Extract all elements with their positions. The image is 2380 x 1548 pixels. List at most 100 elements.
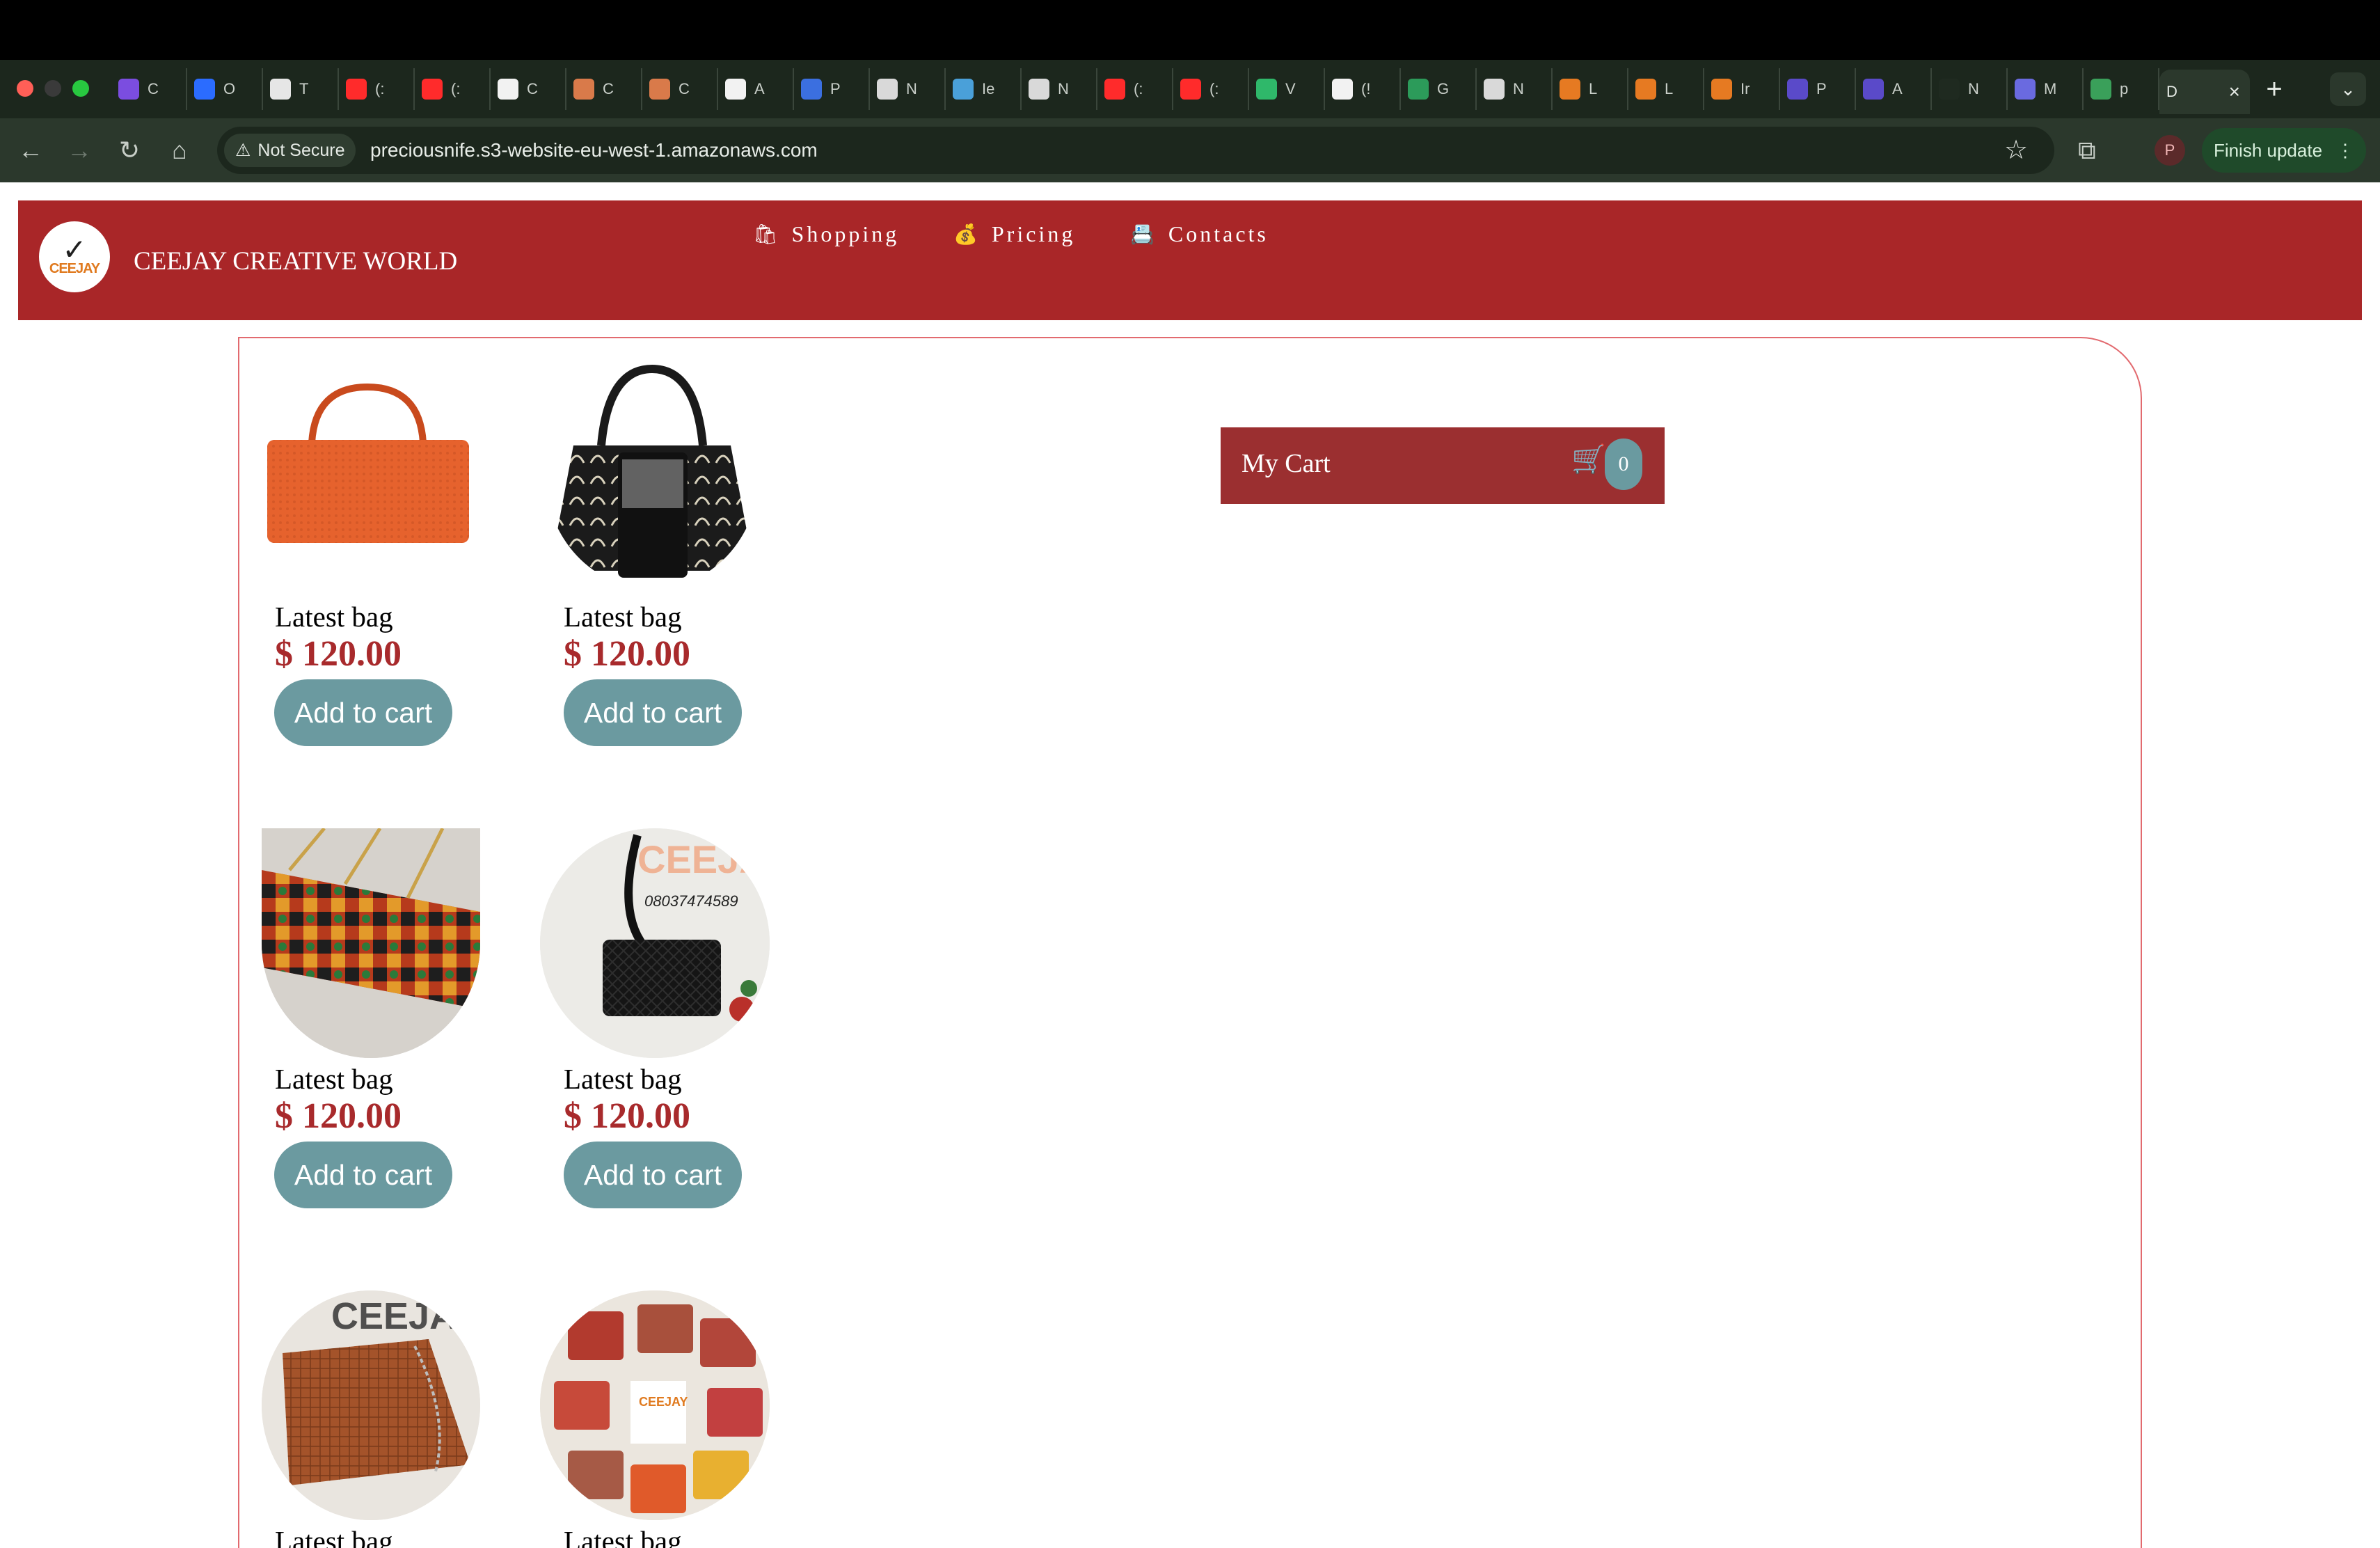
browser-tab[interactable]: (:: [1097, 68, 1173, 110]
add-to-cart-button[interactable]: Add to cart: [564, 679, 742, 746]
browser-tab[interactable]: V: [1249, 68, 1325, 110]
browser-tab[interactable]: A: [1856, 68, 1932, 110]
browser-tab[interactable]: (:: [1173, 68, 1249, 110]
product-image[interactable]: [546, 362, 759, 589]
bookmark-star-icon[interactable]: ☆: [2004, 132, 2028, 168]
site-security-chip[interactable]: ⚠ Not Secure: [224, 134, 356, 167]
logo-text: CEEJAY: [49, 261, 100, 276]
browser-tab[interactable]: N: [870, 68, 946, 110]
browser-tab[interactable]: A: [718, 68, 794, 110]
tab-favicon-icon: [1180, 79, 1201, 100]
browser-tab[interactable]: (:: [415, 68, 491, 110]
tab-favicon-icon: [1939, 79, 1960, 100]
nav-contacts[interactable]: 📇 Contacts: [1130, 221, 1269, 247]
extensions-icon[interactable]: ⧉: [2078, 132, 2096, 168]
more-menu-icon: ⋮: [2336, 139, 2355, 161]
browser-tab[interactable]: O: [187, 68, 263, 110]
tab-favicon-icon: [877, 79, 898, 100]
product-price: $ 120.00: [564, 634, 690, 674]
nav-pricing[interactable]: 💰 Pricing: [953, 221, 1075, 247]
add-to-cart-button[interactable]: Add to cart: [274, 679, 452, 746]
browser-tab[interactable]: C: [491, 68, 566, 110]
profile-avatar[interactable]: P: [2155, 135, 2185, 166]
product-image[interactable]: [263, 373, 472, 547]
tab-favicon-icon: [649, 79, 670, 100]
security-label: Not Secure: [257, 141, 345, 160]
warning-icon: ⚠: [235, 141, 251, 160]
product-image[interactable]: CEEJAY 08037474589: [540, 828, 770, 1058]
browser-tab[interactable]: N: [1022, 68, 1097, 110]
site-logo[interactable]: ✓ CEEJAY: [39, 221, 110, 292]
minimize-window-button[interactable]: [45, 80, 61, 97]
nav-shopping-label: Shopping: [791, 221, 900, 246]
tab-favicon-icon: [1408, 79, 1429, 100]
add-to-cart-button[interactable]: Add to cart: [274, 1142, 452, 1208]
tab-favicon-icon: [1256, 79, 1277, 100]
browser-tab[interactable]: C: [566, 68, 642, 110]
shopping-cart-icon[interactable]: 🛒: [1571, 443, 1606, 475]
product-price: $ 120.00: [275, 634, 402, 674]
zoom-window-button[interactable]: [72, 80, 89, 97]
tab-favicon-icon: [118, 79, 139, 100]
tab-favicon-icon: [801, 79, 822, 100]
active-browser-tab[interactable]: D ×: [2159, 70, 2250, 114]
url-text[interactable]: preciousnife.s3-website-eu-west-1.amazon…: [370, 136, 818, 164]
shopping-bag-icon: 🛍: [753, 223, 778, 246]
browser-tab[interactable]: C: [642, 68, 718, 110]
product-title: Latest bag: [275, 1525, 393, 1548]
add-to-cart-button[interactable]: Add to cart: [564, 1142, 742, 1208]
tab-title: (!: [1361, 80, 1371, 97]
tab-search-button[interactable]: ⌄: [2330, 72, 2366, 106]
browser-tab[interactable]: N: [1477, 68, 1553, 110]
browser-tab[interactable]: p: [2084, 68, 2159, 110]
browser-tab[interactable]: Ie: [946, 68, 1022, 110]
browser-tab[interactable]: (:: [339, 68, 415, 110]
tab-favicon-icon: [1560, 79, 1580, 100]
close-tab-icon[interactable]: ×: [2229, 81, 2240, 103]
browser-tab[interactable]: L: [1628, 68, 1704, 110]
tab-title: C: [527, 80, 538, 97]
tab-title: A: [1892, 80, 1903, 97]
browser-tab[interactable]: T: [263, 68, 339, 110]
browser-tab[interactable]: G: [1401, 68, 1477, 110]
browser-tab[interactable]: P: [1780, 68, 1856, 110]
watermark-text: CEEJAY: [637, 837, 770, 881]
forward-button[interactable]: →: [60, 131, 99, 170]
tab-favicon-icon: [422, 79, 443, 100]
new-tab-button[interactable]: +: [2250, 74, 2299, 105]
browser-tab[interactable]: (!: [1325, 68, 1401, 110]
product-panel: [238, 337, 2142, 1548]
product-image[interactable]: CEEJAY: [262, 1290, 480, 1520]
home-button[interactable]: ⌂: [160, 131, 199, 170]
reload-button[interactable]: ↻: [110, 131, 149, 170]
browser-tab[interactable]: P: [794, 68, 870, 110]
nav-shopping[interactable]: 🛍 Shopping: [753, 221, 899, 247]
browser-tab[interactable]: Ir: [1704, 68, 1780, 110]
back-button[interactable]: ←: [11, 131, 50, 170]
close-window-button[interactable]: [17, 80, 33, 97]
browser-tab[interactable]: L: [1553, 68, 1628, 110]
page-top-margin: [0, 182, 2380, 200]
tab-title: C: [603, 80, 614, 97]
product-image[interactable]: CEEJAY: [540, 1290, 770, 1520]
browser-tab[interactable]: M: [2008, 68, 2084, 110]
product-price: $ 120.00: [564, 1096, 690, 1136]
browser-tab[interactable]: C: [111, 68, 187, 110]
tab-favicon-icon: [346, 79, 367, 100]
product-title: Latest bag: [564, 601, 682, 633]
tab-favicon-icon: [1635, 79, 1656, 100]
tab-favicon-icon: [1863, 79, 1884, 100]
tab-title: A: [754, 80, 765, 97]
tab-title: L: [1589, 80, 1598, 97]
tab-favicon-icon: [270, 79, 291, 100]
tab-title: C: [679, 80, 690, 97]
browser-tab[interactable]: N: [1932, 68, 2008, 110]
contact-card-icon: 📇: [1130, 223, 1155, 246]
tab-favicon-icon: [1711, 79, 1732, 100]
tab-favicon-icon: [953, 79, 974, 100]
brand-name[interactable]: CEEJAY CREATIVE WORLD: [134, 246, 457, 276]
product-image[interactable]: [262, 828, 480, 1058]
product-title: Latest bag: [275, 601, 393, 633]
finish-update-button[interactable]: Finish update ⋮: [2202, 128, 2366, 173]
product-title: Latest bag: [275, 1063, 393, 1095]
